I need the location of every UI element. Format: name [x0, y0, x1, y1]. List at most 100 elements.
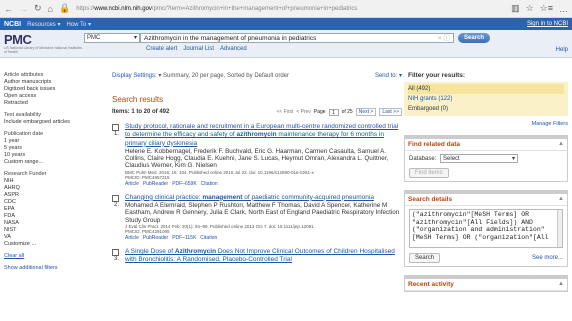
filter-link[interactable]: ASPR	[4, 192, 84, 199]
pagination: << First < Prev Page 1 of 25 Next > Last…	[276, 108, 402, 116]
home-icon[interactable]: ⌂	[48, 4, 53, 14]
reload-icon[interactable]: ↻	[34, 3, 42, 14]
pubreader-link[interactable]: PubReader	[143, 235, 168, 241]
prev-page-link[interactable]: < Prev	[296, 109, 311, 115]
clear-icon[interactable]: × ⓘ	[438, 34, 450, 43]
citation-link[interactable]: Citation	[201, 181, 218, 187]
article-link[interactable]: Article	[125, 181, 139, 187]
title-highlight: Azithromycin	[174, 247, 217, 255]
result-links: Article PubReader PDF–659K Citation	[125, 181, 402, 187]
favorite-star-icon[interactable]: ☆	[526, 3, 534, 14]
filter-link[interactable]: VA	[4, 234, 84, 241]
related-database-select[interactable]: Select ▾	[440, 154, 519, 163]
create-alert-link[interactable]: Create alert	[146, 46, 177, 52]
title-text: Changing clinical practice:	[125, 193, 203, 201]
result-checkbox[interactable]	[112, 124, 119, 131]
signin-link[interactable]: Sign in to NCBI	[527, 21, 568, 27]
search-button[interactable]: Search	[458, 33, 491, 43]
show-additional-filters-link[interactable]: Show additional filters	[4, 265, 84, 272]
filter-link[interactable]: 1 year	[4, 138, 84, 145]
howto-label: How To	[66, 21, 87, 28]
page-number-input[interactable]: 1	[328, 108, 339, 116]
display-settings-bar: Display Settings: ▾ Summary, 20 per page…	[112, 72, 402, 79]
details-search-button[interactable]: Search	[409, 253, 441, 263]
filter-link[interactable]: Digitized back issues	[4, 86, 84, 93]
result-title-link[interactable]: Study protocol, rationale and recruitmen…	[125, 123, 398, 147]
advanced-link[interactable]: Advanced	[220, 46, 247, 52]
forward-icon[interactable]: →	[19, 4, 28, 14]
back-icon[interactable]: ←	[4, 4, 13, 14]
address-bar[interactable]: https://www.ncbi.nlm.nih.gov/pmc/?term=A…	[76, 2, 505, 15]
settings-menu-icon[interactable]: …	[559, 4, 568, 14]
pdf-link[interactable]: PDF–659K	[172, 181, 196, 187]
ncbi-logo[interactable]: NCBI	[4, 21, 21, 28]
article-link[interactable]: Article	[125, 235, 139, 241]
collapse-icon[interactable]: ▲	[558, 196, 564, 203]
filter-nih-grants-link[interactable]: NIH grants (122)	[408, 96, 452, 102]
reader-view-icon[interactable]: ▥	[511, 3, 520, 14]
collapse-icon[interactable]: ▲	[558, 281, 564, 288]
filter-link[interactable]: 5 years	[4, 145, 84, 152]
send-to-link[interactable]: Send to: ▾	[375, 72, 402, 79]
filter-link[interactable]: Customize ...	[4, 241, 84, 248]
manage-filters-link[interactable]: Manage Filters	[404, 121, 568, 127]
ncbi-header: NCBI Resources ▾ How To ▾ Sign in to NCB…	[0, 18, 572, 30]
display-settings-link[interactable]: Display Settings:	[112, 73, 157, 79]
clear-all-link[interactable]: Clear all	[4, 253, 84, 260]
filter-link[interactable]: NIST	[4, 227, 84, 234]
filter-link[interactable]: Open access	[4, 93, 84, 100]
database-label: Database:	[409, 156, 437, 163]
howto-menu[interactable]: How To ▾	[67, 21, 92, 28]
filter-link[interactable]: EPA	[4, 206, 84, 213]
filter-nih-grants[interactable]: NIH grants (122)	[408, 94, 564, 104]
filter-link[interactable]: Author manuscripts	[4, 79, 84, 86]
filter-link[interactable]: 10 years	[4, 152, 84, 159]
filter-heading: Research Funder	[4, 171, 47, 177]
filter-link[interactable]: Retracted	[4, 100, 84, 107]
result-title-link[interactable]: A Single Dose of Azithromycin Does Not I…	[125, 248, 395, 263]
scrollbar[interactable]	[557, 210, 562, 247]
collapse-icon[interactable]: ▲	[558, 141, 564, 148]
first-page-link[interactable]: << First	[276, 109, 293, 115]
result-title-link[interactable]: Changing clinical practice: management o…	[125, 194, 374, 201]
filter-link[interactable]: NIH	[4, 178, 84, 185]
resources-menu[interactable]: Resources ▾	[27, 21, 60, 28]
filter-link[interactable]: Custom range...	[4, 159, 84, 166]
filter-embargoed[interactable]: Embargoed (0)	[408, 104, 564, 114]
database-select[interactable]: PMC ▾	[84, 33, 140, 43]
result-checkbox[interactable]	[112, 248, 119, 256]
filter-link[interactable]: CDC	[4, 199, 84, 206]
result-authors: Mohamed A Elemraid, Stephen P Rushton, M…	[125, 202, 400, 224]
chevron-down-icon: ▾	[158, 73, 162, 79]
result-item: 2. Changing clinical practice: managemen…	[112, 194, 402, 241]
find-items-button[interactable]: Find items	[409, 168, 449, 178]
search-input[interactable]: Azithromycin in the management of pneumo…	[140, 33, 454, 43]
search-area: PMC US National Library of Medicine Nati…	[0, 30, 572, 58]
title-highlight: management	[202, 193, 243, 201]
result-checkbox[interactable]	[112, 194, 119, 202]
pmc-logo-text: PMC	[4, 32, 32, 47]
favorites-bar-icon[interactable]: ☆≡	[540, 3, 553, 14]
filter-link[interactable]: NASA	[4, 220, 84, 227]
filter-heading: Publication date	[4, 131, 44, 137]
pubreader-link[interactable]: PubReader	[143, 181, 168, 187]
pmc-logo[interactable]: PMC US National Library of Medicine Nati…	[4, 33, 84, 54]
filter-link[interactable]: FDA	[4, 213, 84, 220]
last-page-link[interactable]: Last >>	[379, 108, 402, 116]
query-translation-textarea[interactable]: ("azithromycin"[MeSH Terms] OR "azithrom…	[409, 209, 563, 248]
help-link[interactable]: Help	[556, 47, 568, 53]
pdf-link[interactable]: PDF–115K	[172, 235, 196, 241]
see-more-link[interactable]: See more...	[532, 255, 563, 261]
filter-link[interactable]: Include embargoed articles	[4, 119, 84, 126]
filter-all[interactable]: All (492)	[408, 84, 564, 94]
chevron-down-icon: ▾	[512, 156, 516, 162]
filter-group-article-attributes: Article attributes Author manuscripts Di…	[4, 72, 84, 107]
journal-list-link[interactable]: Journal List	[183, 46, 214, 52]
next-page-link[interactable]: Next >	[355, 108, 377, 116]
filter-group-text-availability: Text availability Include embargoed arti…	[4, 112, 84, 126]
url-prefix: https://	[76, 5, 95, 12]
citation-link[interactable]: Citation	[200, 235, 217, 241]
result-links: Article PubReader PDF–115K Citation	[125, 235, 402, 241]
result-item: 1. Study protocol, rationale and recruit…	[112, 123, 402, 187]
filter-link[interactable]: AHRQ	[4, 185, 84, 192]
